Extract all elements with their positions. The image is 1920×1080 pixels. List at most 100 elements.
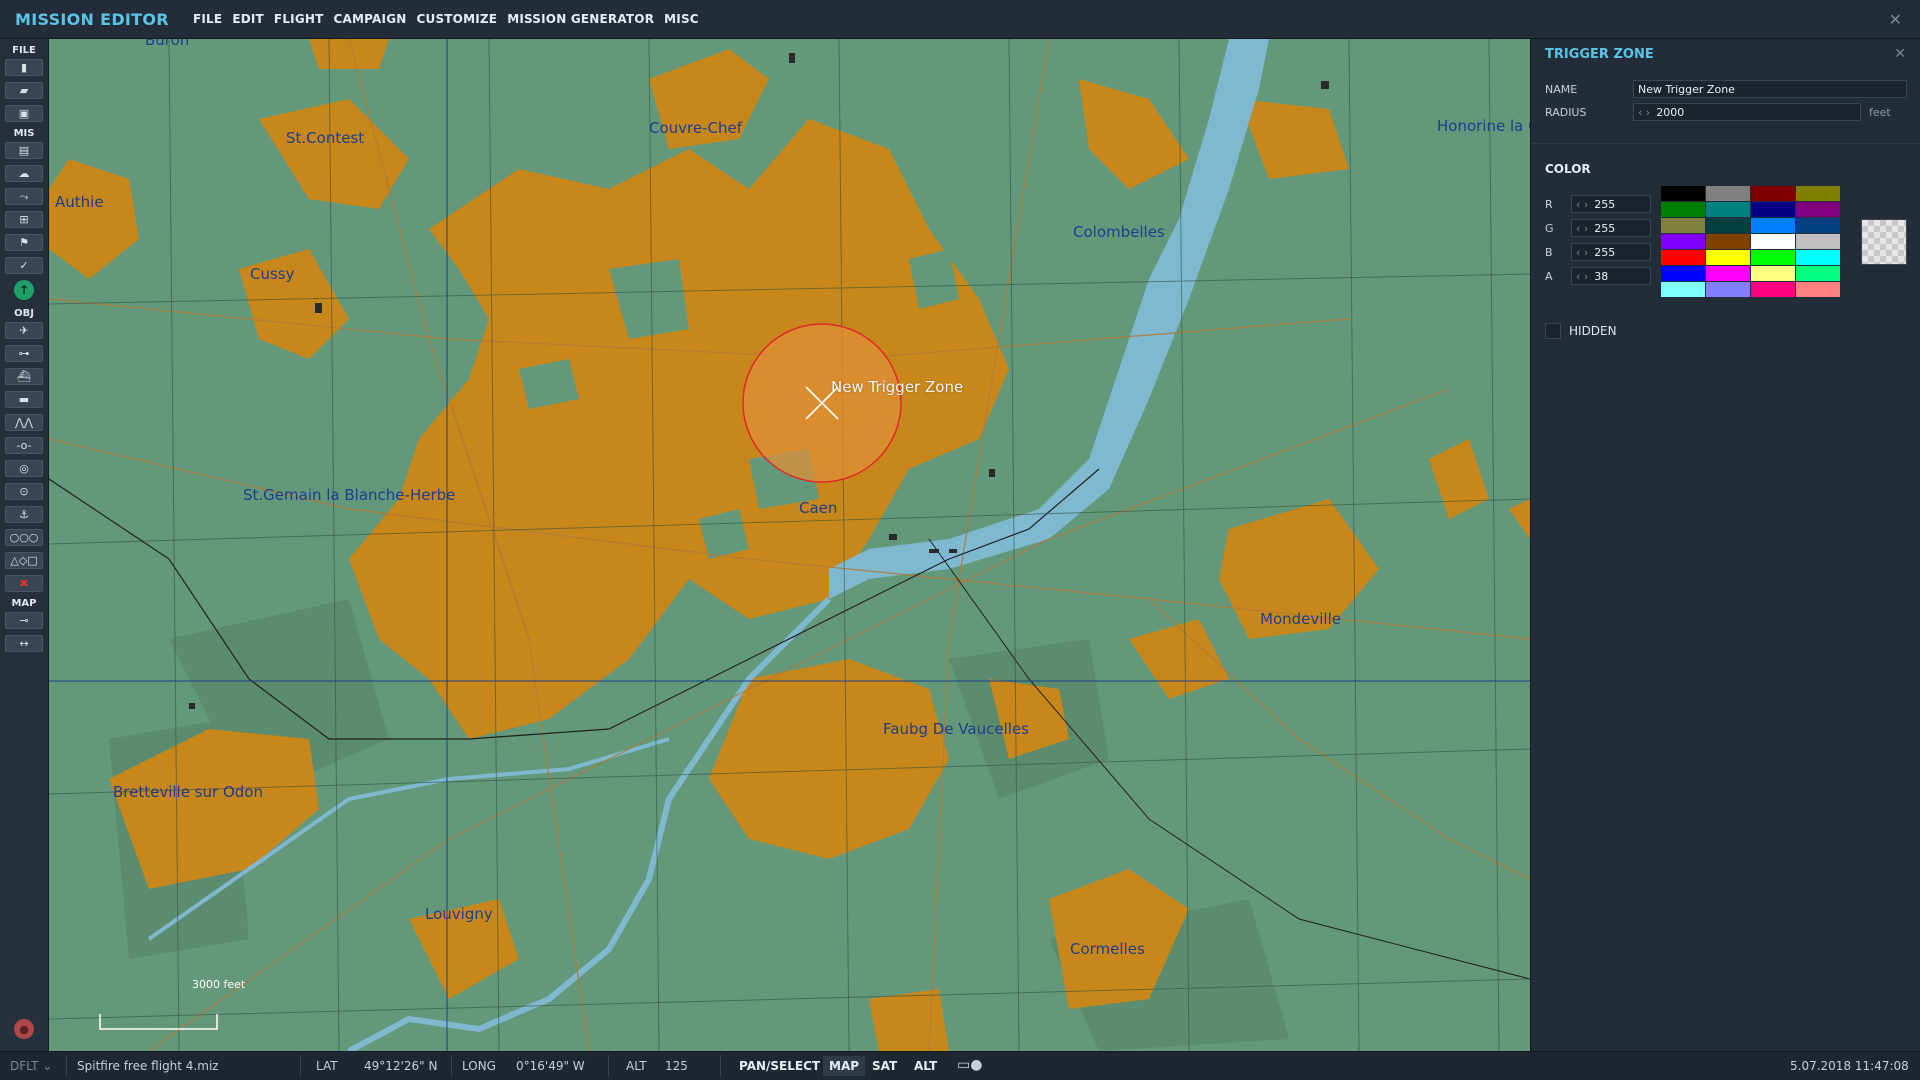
channel-field-a[interactable]: ‹ › 38	[1571, 267, 1651, 285]
color-swatch[interactable]	[1706, 202, 1750, 217]
map-options-icon[interactable]: ⊸	[5, 612, 43, 629]
channel-value-b[interactable]: 255	[1594, 246, 1615, 259]
color-swatch[interactable]	[1661, 282, 1705, 297]
target-icon[interactable]: ◎	[5, 460, 43, 477]
color-swatch[interactable]	[1661, 218, 1705, 233]
color-swatch[interactable]	[1661, 202, 1705, 217]
color-swatch[interactable]	[1751, 218, 1795, 233]
sat-view-button[interactable]: SAT	[866, 1056, 903, 1076]
color-swatch[interactable]	[1796, 250, 1840, 265]
vehicle-icon[interactable]: ▬	[5, 391, 43, 408]
color-swatch[interactable]	[1796, 282, 1840, 297]
stepper-arrows-icon[interactable]: ‹ ›	[1576, 246, 1588, 259]
color-swatch[interactable]	[1706, 218, 1750, 233]
anchor-icon[interactable]: ⚓	[5, 506, 43, 523]
save-icon[interactable]: ▣	[5, 105, 43, 122]
alt-view-button[interactable]: ALT	[908, 1056, 943, 1076]
title-bar: MISSION EDITOR FILE EDIT FLIGHT CAMPAIGN…	[0, 0, 1920, 39]
name-field[interactable]: New Trigger Zone	[1633, 80, 1907, 98]
menu-customize[interactable]: CUSTOMIZE	[412, 12, 503, 26]
color-swatch[interactable]	[1751, 202, 1795, 217]
stepper-arrows-icon[interactable]: ‹ ›	[1576, 222, 1588, 235]
menu-campaign[interactable]: CAMPAIGN	[329, 12, 412, 26]
alt-label: ALT	[626, 1059, 647, 1073]
color-swatch[interactable]	[1796, 202, 1840, 217]
chain-icon[interactable]: ○○○	[5, 529, 43, 546]
trigger-zone-label[interactable]: New Trigger Zone	[831, 378, 963, 396]
hidden-checkbox[interactable]	[1545, 323, 1561, 339]
color-swatch[interactable]	[1661, 234, 1705, 249]
color-swatch[interactable]	[1706, 250, 1750, 265]
color-swatch[interactable]	[1706, 282, 1750, 297]
close-icon[interactable]: ✕	[1894, 46, 1906, 62]
chevron-down-icon[interactable]: ⌄	[42, 1059, 52, 1073]
divider	[720, 1055, 721, 1077]
group-icon[interactable]: ⋀⋀	[5, 414, 43, 431]
channel-value-r[interactable]: 255	[1594, 198, 1615, 211]
color-swatch[interactable]	[1796, 266, 1840, 281]
toggle-icon[interactable]: ▭●	[957, 1057, 982, 1073]
radius-value[interactable]: 2000	[1656, 106, 1684, 119]
color-swatch[interactable]	[1751, 282, 1795, 297]
menu-flight[interactable]: FLIGHT	[269, 12, 329, 26]
color-swatch[interactable]	[1796, 186, 1840, 201]
ruler-icon[interactable]: ↔	[5, 635, 43, 652]
color-swatch[interactable]	[1661, 186, 1705, 201]
shapes-icon[interactable]: △◇□	[5, 552, 43, 569]
open-folder-icon[interactable]: ▰	[5, 82, 43, 99]
route-icon[interactable]: ⤳	[5, 188, 43, 205]
record-icon[interactable]: ●	[14, 1019, 34, 1039]
mode-selector[interactable]: DFLT ⌄	[10, 1059, 52, 1073]
pan-select-mode[interactable]: PAN/SELECT	[739, 1059, 820, 1073]
alt-value: 125	[665, 1059, 688, 1073]
menu-file[interactable]: FILE	[188, 12, 227, 26]
check-icon[interactable]: ✓	[5, 257, 43, 274]
unit-icon[interactable]: ⊞	[5, 211, 43, 228]
ship-icon[interactable]: ⛴	[5, 368, 43, 385]
color-swatch[interactable]	[1796, 218, 1840, 233]
toolbar-section-map: MAP	[11, 598, 37, 609]
lat-value: 49°12'26" N	[364, 1059, 438, 1073]
static-icon[interactable]: ⊙	[5, 483, 43, 500]
color-swatch[interactable]	[1661, 250, 1705, 265]
helicopter-icon[interactable]: ⊶	[5, 345, 43, 362]
mission-clipboard-icon[interactable]: ▤	[5, 142, 43, 159]
waypoint-icon[interactable]: -o-	[5, 437, 43, 454]
name-label: NAME	[1545, 83, 1578, 96]
color-swatch[interactable]	[1796, 234, 1840, 249]
channel-field-r[interactable]: ‹ › 255	[1571, 195, 1651, 213]
color-swatch[interactable]	[1751, 186, 1795, 201]
close-icon[interactable]: ✕	[1889, 10, 1902, 29]
flag-icon[interactable]: ⚑	[5, 234, 43, 251]
place-label: St.Gemain la Blanche-Herbe	[243, 486, 456, 504]
place-label: Mondeville	[1260, 610, 1341, 628]
mode-label[interactable]: DFLT	[10, 1059, 39, 1073]
color-swatch[interactable]	[1751, 234, 1795, 249]
radius-field[interactable]: ‹ › 2000	[1633, 103, 1861, 121]
plane-icon[interactable]: ✈	[5, 322, 43, 339]
up-arrow-icon[interactable]: ↑	[14, 280, 34, 300]
new-file-icon[interactable]: ▮	[5, 59, 43, 76]
channel-field-g[interactable]: ‹ › 255	[1571, 219, 1651, 237]
map-canvas[interactable]: St.Contest Couvre-Chef Honorine la C Aut…	[49, 39, 1530, 1051]
weather-icon[interactable]: ☁	[5, 165, 43, 182]
channel-value-a[interactable]: 38	[1594, 270, 1608, 283]
channel-label-b: B	[1545, 246, 1553, 259]
channel-field-b[interactable]: ‹ › 255	[1571, 243, 1651, 261]
color-swatch[interactable]	[1706, 234, 1750, 249]
menu-edit[interactable]: EDIT	[227, 12, 269, 26]
menu-misc[interactable]: MISC	[659, 12, 704, 26]
color-swatch[interactable]	[1661, 266, 1705, 281]
channel-value-g[interactable]: 255	[1594, 222, 1615, 235]
stepper-arrows-icon[interactable]: ‹ ›	[1638, 106, 1650, 119]
stepper-arrows-icon[interactable]: ‹ ›	[1576, 198, 1588, 211]
color-swatch[interactable]	[1751, 266, 1795, 281]
stepper-arrows-icon[interactable]: ‹ ›	[1576, 270, 1588, 283]
delete-icon[interactable]: ✖	[5, 575, 43, 592]
color-swatch[interactable]	[1706, 186, 1750, 201]
place-label: Louvigny	[425, 905, 493, 923]
color-swatch[interactable]	[1706, 266, 1750, 281]
map-view-button[interactable]: MAP	[823, 1056, 866, 1076]
color-swatch[interactable]	[1751, 250, 1795, 265]
menu-mission-generator[interactable]: MISSION GENERATOR	[502, 12, 659, 26]
